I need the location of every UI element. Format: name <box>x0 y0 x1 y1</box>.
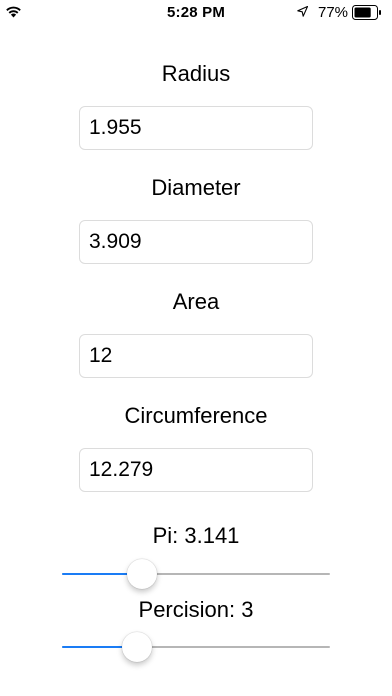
status-bar: 5:28 PM 77% <box>0 0 392 28</box>
radius-field[interactable] <box>79 106 313 150</box>
battery-icon <box>352 5 381 20</box>
precision-slider-thumb[interactable] <box>122 632 153 662</box>
battery-percentage: 77% <box>318 4 349 21</box>
circumference-field[interactable] <box>79 448 313 492</box>
diameter-field[interactable] <box>79 220 313 264</box>
pi-slider[interactable] <box>62 559 330 589</box>
precision-label: Percision: 3 <box>138 597 254 622</box>
pi-slider-thumb[interactable] <box>127 559 158 589</box>
battery-level-fill <box>354 7 371 18</box>
precision-slider[interactable] <box>62 632 330 662</box>
area-field[interactable] <box>79 334 313 378</box>
location-arrow-icon <box>297 6 308 17</box>
diameter-label: Diameter <box>151 175 241 200</box>
circumference-label: Circumference <box>124 403 268 428</box>
radius-label: Radius <box>161 61 231 86</box>
pi-label: Pi: 3.141 <box>152 523 240 548</box>
area-label: Area <box>172 289 220 314</box>
